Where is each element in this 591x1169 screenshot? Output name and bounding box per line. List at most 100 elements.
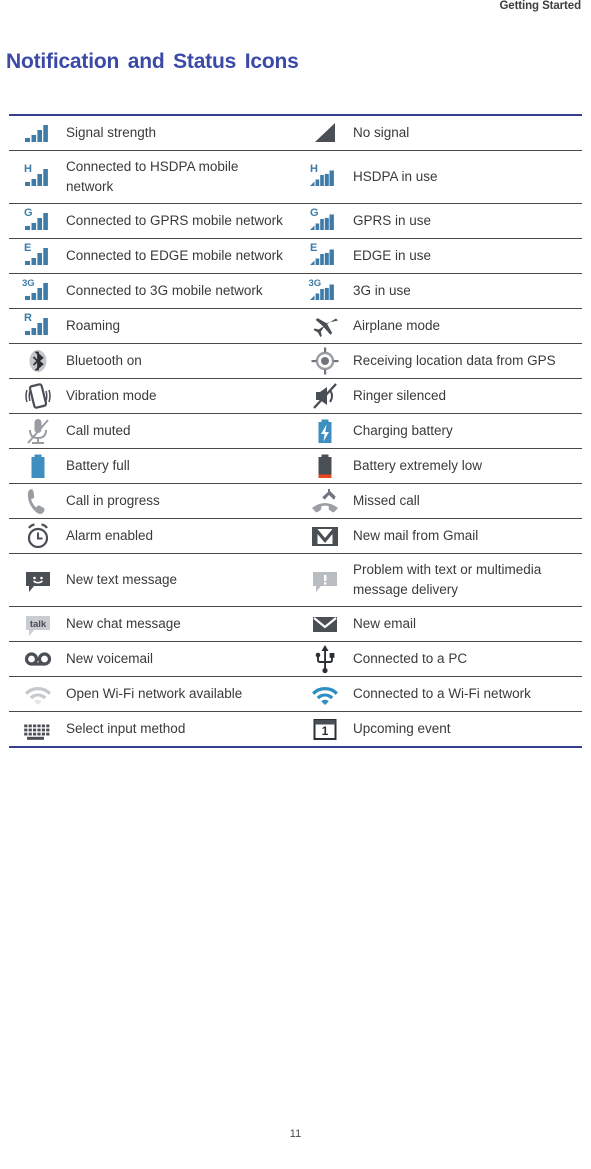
svg-text:1: 1 — [321, 724, 328, 738]
edge-connected-icon: E — [21, 239, 55, 273]
table-row: 3G Connected to 3G mobile network 3G 3G in … — [9, 274, 582, 309]
icon-cell — [296, 115, 353, 151]
wifi-connected-icon — [308, 677, 342, 711]
threeg-connected-icon: 3G — [21, 274, 55, 308]
icon-cell — [9, 519, 66, 554]
airplane-mode-icon — [308, 309, 342, 343]
icon-cell — [296, 554, 353, 607]
running-header: Getting Started — [499, 0, 581, 12]
icon-cell — [9, 642, 66, 677]
svg-text:E: E — [310, 242, 317, 254]
battery-full-icon — [21, 449, 55, 483]
icon-description: Bluetooth on — [66, 353, 142, 368]
icon-description: 3G in use — [353, 283, 411, 298]
hsdpa-in-use-icon: H — [308, 160, 342, 194]
icon-description: Signal strength — [66, 125, 157, 140]
charging-battery-icon — [308, 414, 342, 448]
icon-description: New chat message — [66, 616, 181, 631]
icon-cell — [296, 379, 353, 414]
icon-cell — [9, 449, 66, 484]
icon-cell — [9, 344, 66, 379]
battery-extremely-low-icon — [308, 449, 342, 483]
new-voicemail-icon — [21, 642, 55, 676]
icon-cell: H — [9, 151, 66, 204]
svg-text:G: G — [310, 207, 319, 219]
icon-description: New voicemail — [66, 651, 154, 666]
signal-bars-icon — [21, 116, 55, 150]
notification-status-icons-table: Signal strength No signal H Connected to HS… — [9, 114, 582, 748]
icon-description: Connected to a Wi-Fi network — [353, 686, 531, 701]
icon-cell — [296, 414, 353, 449]
icon-cell — [296, 344, 353, 379]
svg-text:3G: 3G — [308, 278, 321, 289]
icon-description: New email — [353, 616, 417, 631]
page-number: 11 — [289, 1128, 302, 1140]
icon-cell — [296, 677, 353, 712]
icon-description: Ringer silenced — [353, 388, 447, 403]
icon-cell — [296, 642, 353, 677]
icon-cell — [9, 115, 66, 151]
message-delivery-problem-icon — [308, 563, 342, 597]
new-email-icon — [308, 607, 342, 641]
icon-description: Vibration mode — [66, 388, 157, 403]
roaming-icon: R — [21, 309, 55, 343]
icon-description: No signal — [353, 125, 410, 140]
call-muted-icon — [21, 414, 55, 448]
table-row: talk New chat message New email — [9, 607, 582, 642]
icon-description: Airplane mode — [353, 318, 441, 333]
table-row: Call muted Charging battery — [9, 414, 582, 449]
svg-text:G: G — [24, 207, 33, 219]
icon-cell — [296, 449, 353, 484]
icon-cell — [296, 519, 353, 554]
hsdpa-connected-icon: H — [21, 160, 55, 194]
table-row: Signal strength No signal — [9, 115, 582, 151]
icon-description: Connected to GPRS mobile network — [66, 213, 283, 228]
gps-location-icon — [308, 344, 342, 378]
icon-description: Receiving location data from GPS — [353, 353, 556, 368]
new-chat-message-icon: talk — [21, 607, 55, 641]
icon-cell: talk — [9, 607, 66, 642]
icon-description: Missed call — [353, 493, 420, 508]
icon-description: Upcoming event — [353, 721, 451, 736]
svg-text:H: H — [310, 163, 318, 175]
icon-cell: 1 — [296, 712, 353, 748]
table-row: E Connected to EDGE mobile network E EDGE i… — [9, 239, 582, 274]
gprs-in-use-icon: G — [308, 204, 342, 238]
icon-description: Call muted — [66, 423, 131, 438]
icon-cell: H — [296, 151, 353, 204]
icon-cell: 3G — [9, 274, 66, 309]
icon-cell — [9, 554, 66, 607]
icon-description: EDGE in use — [353, 248, 432, 263]
icon-cell: G — [9, 204, 66, 239]
icon-cell — [9, 414, 66, 449]
open-wifi-available-icon — [21, 677, 55, 711]
bluetooth-on-icon — [21, 344, 55, 378]
table-row: Call in progress Missed call — [9, 484, 582, 519]
table-row: New voicemail Connected to a PC — [9, 642, 582, 677]
icon-description: Battery extremely low — [353, 458, 483, 473]
icon-description: Connected to HSDPA mobile network — [66, 159, 239, 194]
gmail-new-mail-icon — [308, 519, 342, 553]
svg-text:talk: talk — [29, 619, 46, 630]
table-row: Select input method 1 Upcoming event — [9, 712, 582, 748]
edge-in-use-icon: E — [308, 239, 342, 273]
ringer-silenced-icon — [308, 379, 342, 413]
icon-cell: G — [296, 204, 353, 239]
icon-description: New mail from Gmail — [353, 528, 479, 543]
table-row: G Connected to GPRS mobile network G GPRS i… — [9, 204, 582, 239]
svg-text:E: E — [24, 242, 31, 254]
icon-description: Problem with text or multimedia message … — [353, 562, 542, 597]
icon-cell — [9, 484, 66, 519]
icon-cell — [296, 607, 353, 642]
page-title: Notification and Status Icons — [6, 50, 299, 73]
new-text-message-icon — [21, 563, 55, 597]
table-row: Battery full Battery extremely low — [9, 449, 582, 484]
call-in-progress-icon — [21, 484, 55, 518]
icon-cell: E — [296, 239, 353, 274]
table-row: Open Wi-Fi network available Connected to… — [9, 677, 582, 712]
icon-cell — [296, 484, 353, 519]
upcoming-event-icon: 1 — [308, 712, 342, 746]
table-row: H Connected to HSDPA mobile network H HSDPA… — [9, 151, 582, 204]
icon-description: Charging battery — [353, 423, 453, 438]
table-row: Alarm enabled New mail from Gmail — [9, 519, 582, 554]
